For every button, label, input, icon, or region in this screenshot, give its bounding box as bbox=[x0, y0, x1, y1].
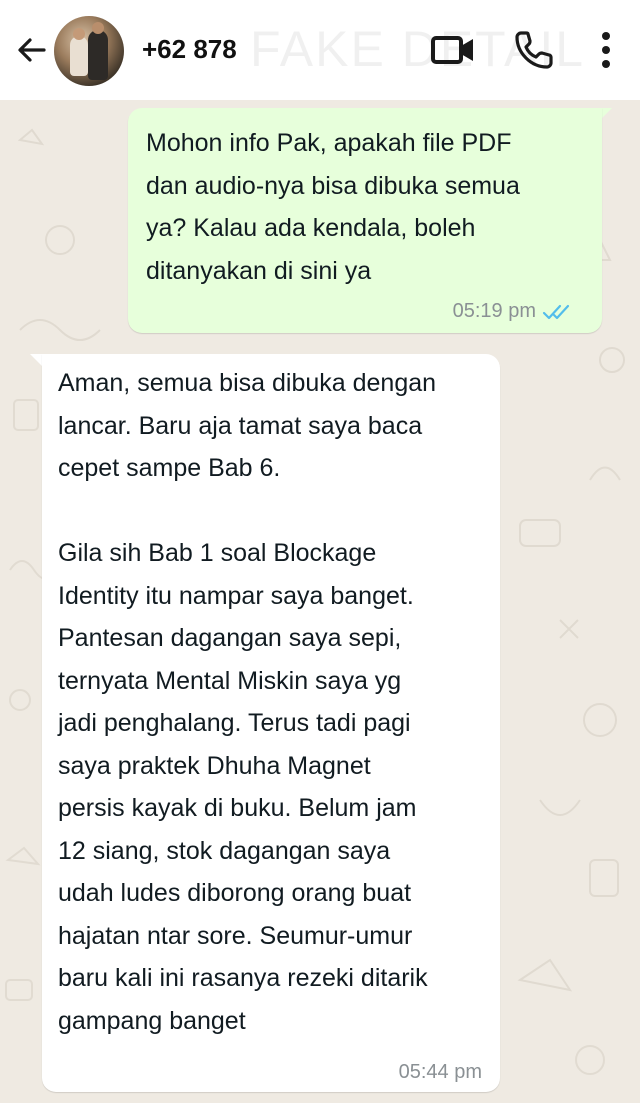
message-time: 05:19 pm bbox=[452, 300, 536, 322]
avatar[interactable] bbox=[54, 16, 124, 86]
chat-header: +62 878 FAKE DETAIL bbox=[0, 0, 640, 100]
message-text: Mohon info Pak, apakah file PDF dan audi… bbox=[146, 129, 520, 285]
back-arrow-icon[interactable] bbox=[14, 32, 50, 68]
chat-area[interactable]: Mohon info Pak, apakah file PDF dan audi… bbox=[0, 100, 640, 1103]
outgoing-message[interactable]: Mohon info Pak, apakah file PDF dan audi… bbox=[128, 108, 602, 333]
message-meta: 05:44 pm bbox=[399, 1061, 482, 1084]
message-text: Aman, semua bisa dibuka dengan lancar. B… bbox=[58, 369, 437, 1035]
contact-name[interactable]: +62 878 bbox=[142, 34, 237, 65]
double-check-read-icon bbox=[542, 304, 570, 319]
video-call-icon[interactable] bbox=[430, 30, 476, 70]
incoming-message[interactable]: Aman, semua bisa dibuka dengan lancar. B… bbox=[42, 354, 500, 1092]
message-time: 05:44 pm bbox=[398, 1061, 482, 1083]
more-options-icon[interactable] bbox=[592, 28, 620, 72]
voice-call-icon[interactable] bbox=[512, 28, 556, 72]
message-meta: 05:19 pm bbox=[453, 300, 572, 323]
